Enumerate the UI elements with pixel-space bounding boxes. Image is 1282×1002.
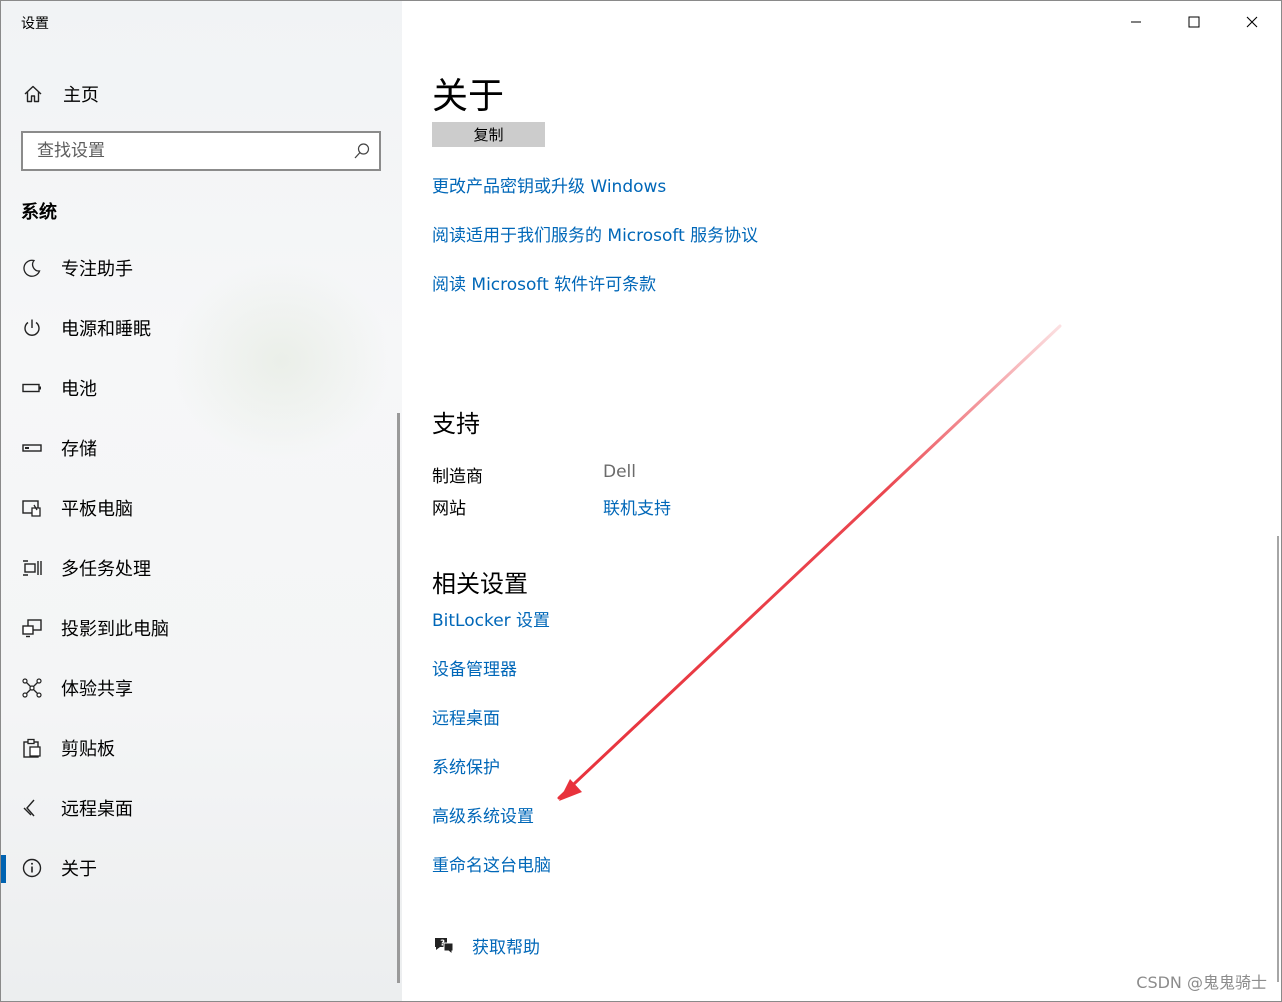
copy-button[interactable]: 复制 [432, 122, 545, 147]
window-controls [1107, 1, 1281, 43]
settings-window: 设置 主页 系统 专注助手 [0, 0, 1282, 1002]
moon-icon [21, 257, 43, 279]
multitasking-icon [21, 557, 43, 579]
link-device-manager[interactable]: 设备管理器 [432, 655, 517, 680]
nav-item-clipboard[interactable]: 剪贴板 [1, 718, 402, 778]
battery-icon [21, 377, 43, 399]
sidebar-scrollbar[interactable] [397, 413, 400, 983]
link-system-protection[interactable]: 系统保护 [432, 753, 500, 778]
help-chat-icon: ? [432, 934, 456, 958]
maximize-button[interactable] [1165, 1, 1223, 43]
share-icon [21, 677, 43, 699]
nav-list: 专注助手 电源和睡眠 电池 存储 平板电脑 多任务处理 投影到此电脑 体验共享 … [1, 238, 402, 898]
nav-item-label: 电池 [61, 379, 97, 400]
page-title: 关于 [432, 76, 505, 117]
close-button[interactable] [1223, 1, 1281, 43]
manufacturer-value: Dell [603, 462, 636, 482]
nav-item-label: 平板电脑 [61, 499, 133, 520]
nav-item-multitasking[interactable]: 多任务处理 [1, 538, 402, 598]
website-label: 网站 [432, 499, 466, 519]
app-title: 设置 [21, 16, 49, 32]
nav-item-label: 剪贴板 [61, 739, 115, 760]
nav-item-label: 投影到此电脑 [61, 619, 169, 640]
section-label-system: 系统 [21, 202, 57, 223]
maximize-icon [1188, 16, 1200, 28]
nav-item-label: 专注助手 [61, 259, 133, 280]
nav-item-storage[interactable]: 存储 [1, 418, 402, 478]
minimize-icon [1131, 21, 1141, 23]
link-online-support[interactable]: 联机支持 [603, 494, 671, 519]
nav-item-label: 体验共享 [61, 679, 133, 700]
link-advanced-system-settings[interactable]: 高级系统设置 [432, 802, 534, 827]
home-icon [21, 82, 45, 106]
nav-item-project[interactable]: 投影到此电脑 [1, 598, 402, 658]
nav-item-about[interactable]: 关于 [1, 838, 402, 898]
link-service-agreement[interactable]: 阅读适用于我们服务的 Microsoft 服务协议 [432, 221, 758, 246]
nav-home[interactable]: 主页 [21, 79, 381, 109]
close-icon [1246, 16, 1258, 28]
manufacturer-label: 制造商 [432, 467, 483, 487]
nav-item-label: 多任务处理 [61, 559, 151, 580]
tablet-icon [21, 497, 43, 519]
remote-desktop-icon [21, 797, 43, 819]
nav-item-focus-assist[interactable]: 专注助手 [1, 238, 402, 298]
main-content: 关于 复制 更改产品密钥或升级 Windows 阅读适用于我们服务的 Micro… [402, 1, 1281, 1001]
power-icon [21, 317, 43, 339]
nav-item-label: 关于 [61, 859, 97, 880]
link-change-product-key[interactable]: 更改产品密钥或升级 Windows [432, 172, 666, 197]
search-icon[interactable] [353, 142, 371, 160]
svg-text:?: ? [440, 938, 445, 947]
clipboard-icon [21, 737, 43, 759]
nav-item-label: 电源和睡眠 [61, 319, 151, 340]
watermark: CSDN @鬼鬼骑士 [1136, 973, 1267, 992]
nav-item-battery[interactable]: 电池 [1, 358, 402, 418]
nav-item-label: 远程桌面 [61, 799, 133, 820]
link-bitlocker-settings[interactable]: BitLocker 设置 [432, 606, 550, 631]
project-icon [21, 617, 43, 639]
minimize-button[interactable] [1107, 1, 1165, 43]
support-heading: 支持 [432, 410, 480, 438]
sidebar: 设置 主页 系统 专注助手 [1, 1, 402, 1001]
nav-item-label: 存储 [61, 439, 97, 460]
get-help-link[interactable]: ? 获取帮助 [432, 933, 540, 958]
link-rename-pc[interactable]: 重命名这台电脑 [432, 851, 551, 876]
related-settings-heading: 相关设置 [432, 570, 528, 598]
search-box [21, 131, 381, 171]
nav-item-tablet[interactable]: 平板电脑 [1, 478, 402, 538]
get-help-label: 获取帮助 [472, 938, 540, 958]
nav-home-label: 主页 [63, 85, 99, 106]
nav-item-shared-experiences[interactable]: 体验共享 [1, 658, 402, 718]
nav-item-remote-desktop[interactable]: 远程桌面 [1, 778, 402, 838]
main-scrollbar[interactable] [1277, 536, 1279, 982]
link-remote-desktop[interactable]: 远程桌面 [432, 704, 500, 729]
nav-item-power-sleep[interactable]: 电源和睡眠 [1, 298, 402, 358]
link-license-terms[interactable]: 阅读 Microsoft 软件许可条款 [432, 270, 656, 295]
storage-icon [21, 437, 43, 459]
info-icon [21, 857, 43, 879]
search-input[interactable] [23, 133, 337, 169]
